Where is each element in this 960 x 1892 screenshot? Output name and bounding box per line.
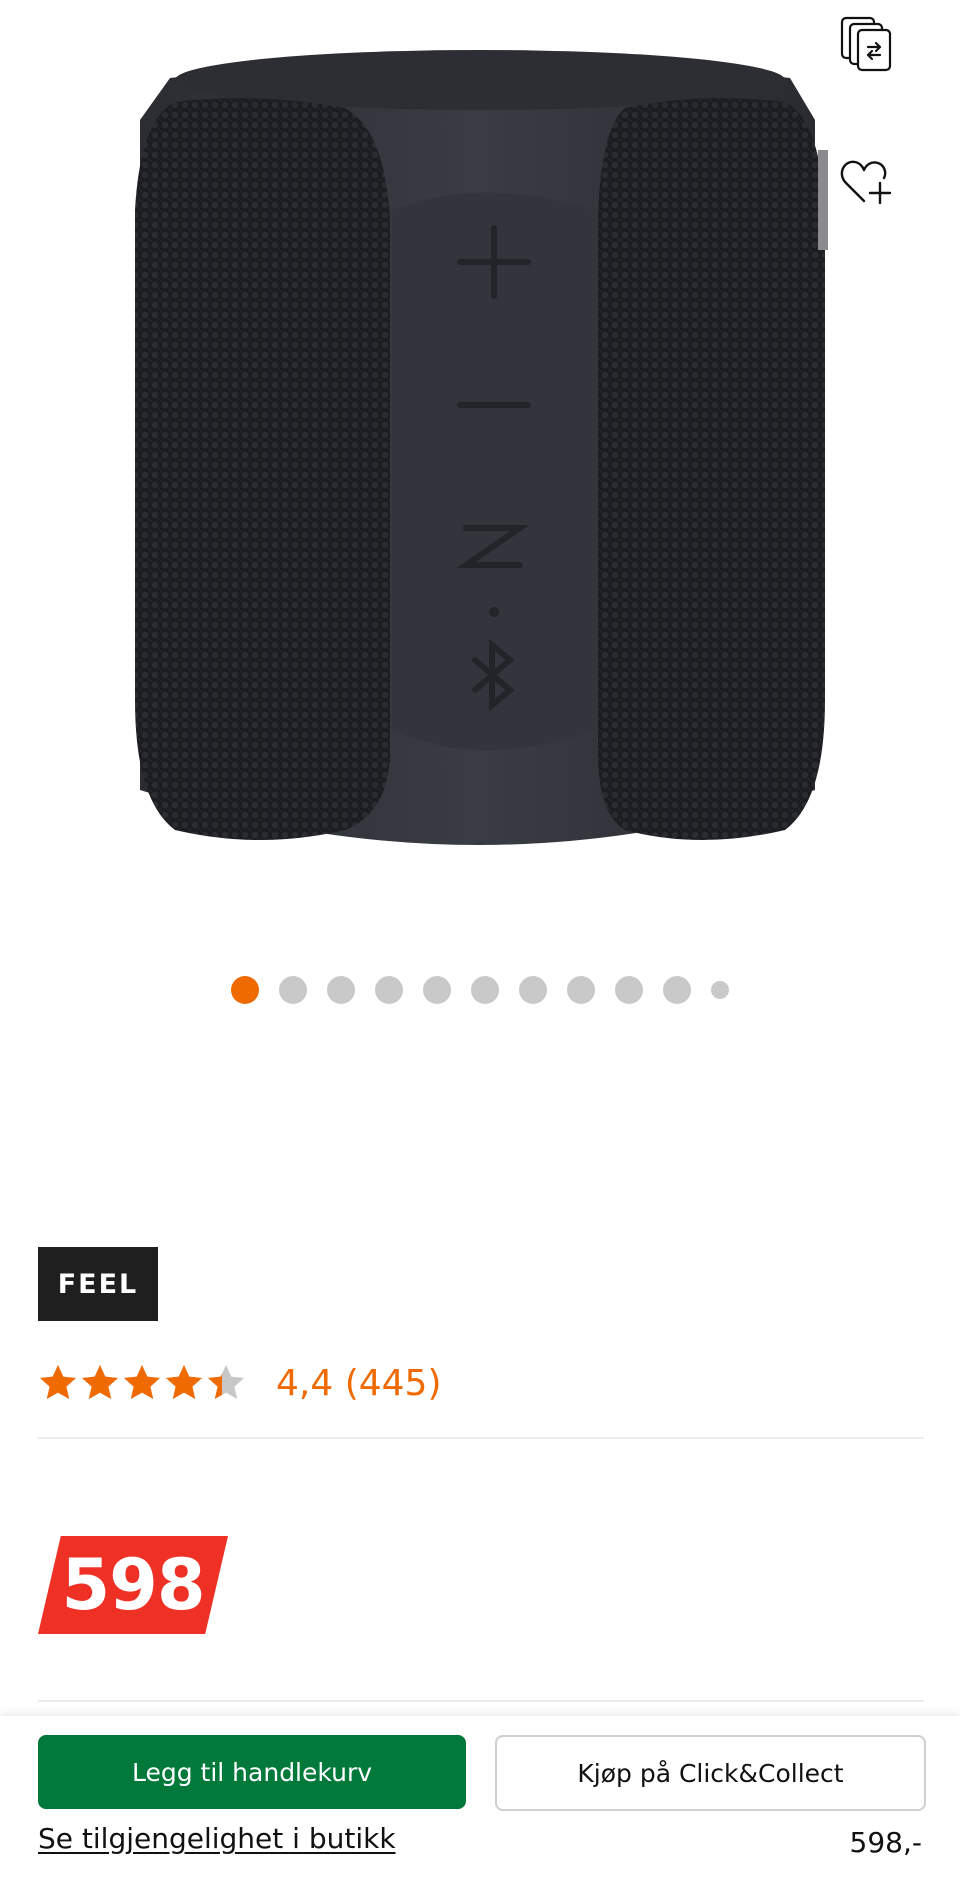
product-rating[interactable]: 4,4 (445) xyxy=(38,1358,442,1408)
carousel-dot[interactable] xyxy=(471,976,499,1004)
brand-logo[interactable]: FEEL xyxy=(38,1247,158,1321)
compare-button[interactable] xyxy=(834,12,898,76)
compare-icon xyxy=(840,16,892,72)
store-availability-link[interactable]: Se tilgjengelighet i butikk xyxy=(38,1822,396,1855)
price-badge-value: 598 xyxy=(61,1544,205,1626)
carousel-dot[interactable] xyxy=(231,976,259,1004)
price-badge: 598 xyxy=(38,1536,228,1634)
carousel-dot[interactable] xyxy=(567,976,595,1004)
add-to-cart-button[interactable]: Legg til handlekurv xyxy=(38,1735,466,1809)
carousel-dot[interactable] xyxy=(327,976,355,1004)
carousel-dot[interactable] xyxy=(375,976,403,1004)
brand-logo-text: FEEL xyxy=(57,1268,139,1300)
click-collect-button[interactable]: Kjøp på Click&Collect xyxy=(495,1735,926,1811)
product-image[interactable] xyxy=(0,0,960,940)
carousel-dot[interactable] xyxy=(615,976,643,1004)
star-icon xyxy=(208,1365,244,1399)
star-icon xyxy=(40,1365,76,1399)
star-icon xyxy=(82,1365,118,1399)
carousel-dot[interactable] xyxy=(423,976,451,1004)
speaker-illustration xyxy=(135,50,828,845)
bottom-price: 598,- xyxy=(849,1826,922,1859)
heart-plus-icon xyxy=(840,160,892,205)
star-icon xyxy=(166,1365,202,1399)
star-icon xyxy=(124,1365,160,1399)
image-carousel-dots xyxy=(0,972,960,1008)
rating-text: 4,4 (445) xyxy=(276,1362,442,1404)
wishlist-button[interactable] xyxy=(834,150,898,214)
carousel-dot[interactable] xyxy=(519,976,547,1004)
rating-stars xyxy=(38,1363,246,1403)
carousel-dot[interactable] xyxy=(711,981,729,999)
divider xyxy=(38,1437,924,1439)
divider xyxy=(38,1700,924,1702)
carousel-dot[interactable] xyxy=(663,976,691,1004)
carousel-dot[interactable] xyxy=(279,976,307,1004)
